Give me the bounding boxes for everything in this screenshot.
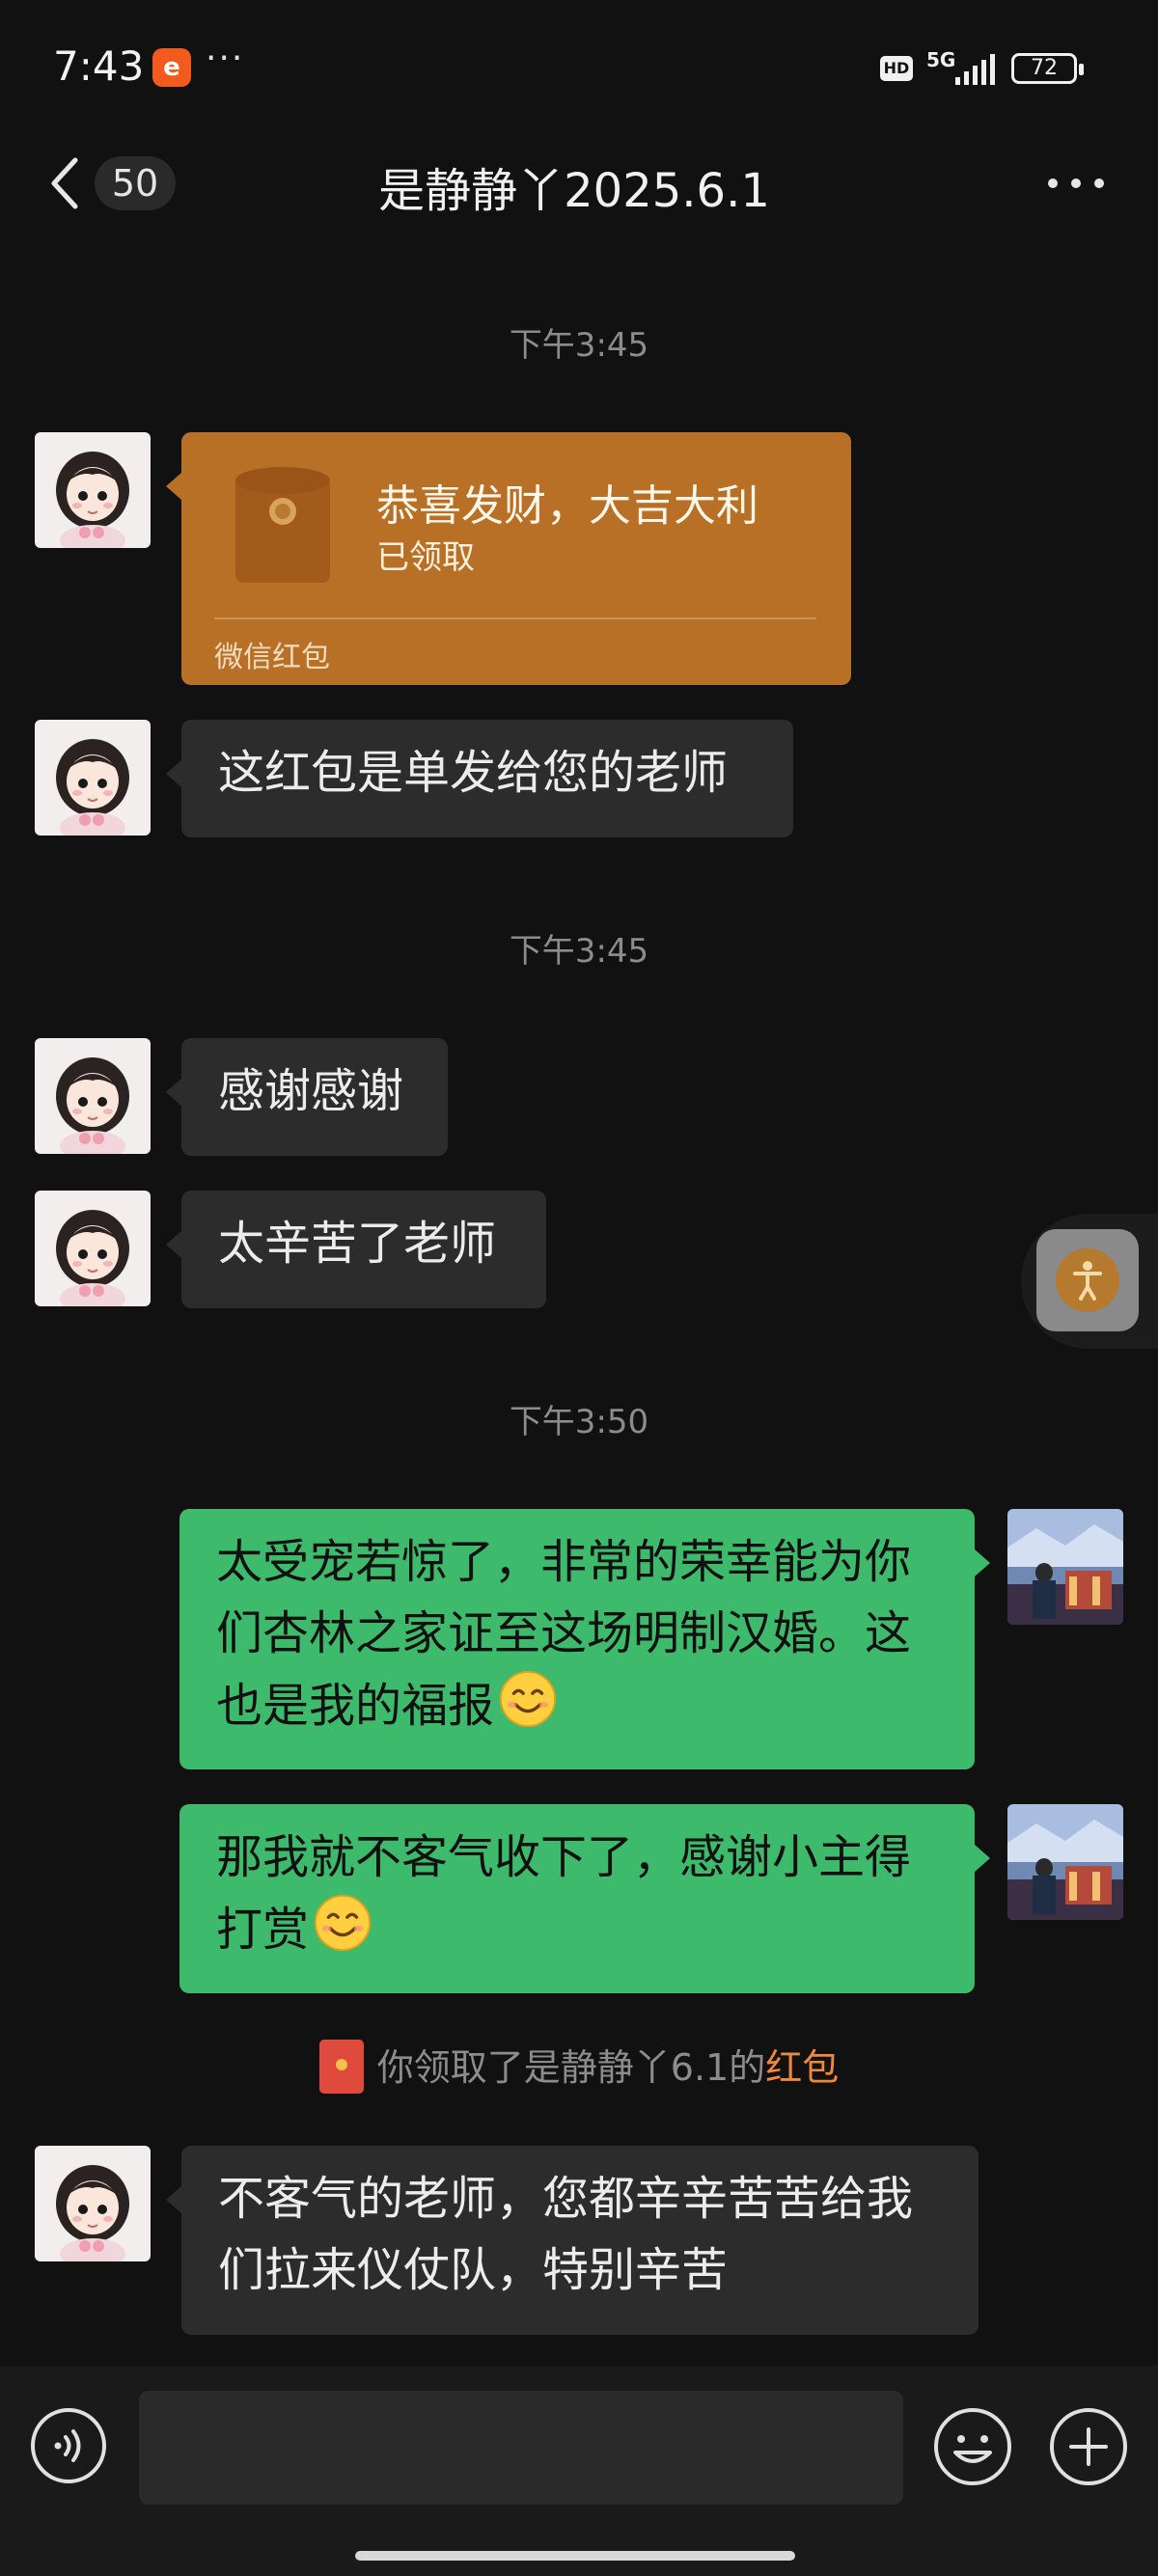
battery-icon: 72: [1011, 53, 1084, 84]
app-notification-icon: e: [152, 48, 191, 87]
status-bar: 7:43 e ··· HD 5G 72: [0, 0, 1158, 135]
red-packet-greeting: 恭喜发财，大吉大利: [376, 481, 758, 531]
contact-avatar[interactable]: [35, 1191, 151, 1306]
red-packet-label: 微信红包: [214, 641, 330, 674]
message-bubble-incoming[interactable]: 太辛苦了老师: [166, 1191, 546, 1308]
home-indicator[interactable]: [355, 2551, 795, 2561]
chat-title: 是静静丫2025.6.1: [378, 164, 770, 218]
red-packet-icon: [235, 467, 330, 583]
smile-emoji-icon: [313, 1893, 372, 1953]
chat-header: 50 是静静丫2025.6.1: [0, 135, 1158, 232]
timestamp: 下午3:50: [509, 1403, 649, 1441]
plus-icon[interactable]: [1048, 2406, 1129, 2487]
signal-icon: [955, 54, 995, 85]
my-avatar[interactable]: [1007, 1804, 1123, 1920]
smile-emoji-icon: [498, 1669, 558, 1729]
hd-icon: HD: [880, 56, 913, 81]
accessibility-button[interactable]: [1036, 1229, 1139, 1331]
more-notifications-icon: ···: [206, 39, 245, 78]
more-horizontal-icon[interactable]: [1044, 164, 1108, 203]
message-text: 太受宠若惊了，非常的荣幸能为你们杏林之家证至这场明制汉婚。这也是我的福报: [216, 1535, 912, 1733]
status-time: 7:43: [53, 42, 145, 90]
system-notice-text: 你领取了是静静丫6.1的: [376, 2046, 766, 2089]
message-input[interactable]: [139, 2391, 903, 2505]
message-bubble-outgoing[interactable]: 太受宠若惊了，非常的荣幸能为你们杏林之家证至这场明制汉婚。这也是我的福报: [179, 1509, 990, 1769]
network-type: 5G: [926, 48, 956, 71]
message-bubble-incoming[interactable]: 这红包是单发给您的老师: [166, 720, 793, 837]
emoji-icon[interactable]: [932, 2406, 1013, 2487]
voice-icon[interactable]: [29, 2406, 108, 2485]
timestamp: 下午3:45: [509, 326, 649, 365]
contact-avatar[interactable]: [35, 1038, 151, 1154]
contact-avatar[interactable]: [35, 2146, 151, 2261]
red-packet-link[interactable]: 红包: [765, 2046, 839, 2089]
system-notice: 你领取了是静静丫6.1的红包: [0, 2038, 1158, 2094]
red-packet-icon: [318, 2040, 364, 2094]
divider: [214, 617, 816, 619]
message-bubble-incoming[interactable]: 不客气的老师，您都辛辛苦苦给我们拉来仪仗队，特别辛苦: [166, 2146, 979, 2335]
floating-ball[interactable]: [1021, 1214, 1158, 1349]
accessibility-icon: [1056, 1248, 1119, 1312]
red-packet-status: 已领取: [376, 538, 475, 577]
message-bubble-incoming[interactable]: 感谢感谢: [166, 1038, 448, 1156]
message-bubble-outgoing[interactable]: 那我就不客气收下了，感谢小主得打赏: [179, 1804, 990, 1993]
input-bar: [0, 2366, 1158, 2576]
contact-avatar[interactable]: [35, 432, 151, 548]
contact-avatar[interactable]: [35, 720, 151, 836]
my-avatar[interactable]: [1007, 1509, 1123, 1625]
timestamp: 下午3:45: [509, 932, 649, 971]
red-packet-message[interactable]: 恭喜发财，大吉大利 已领取 微信红包: [166, 432, 851, 685]
